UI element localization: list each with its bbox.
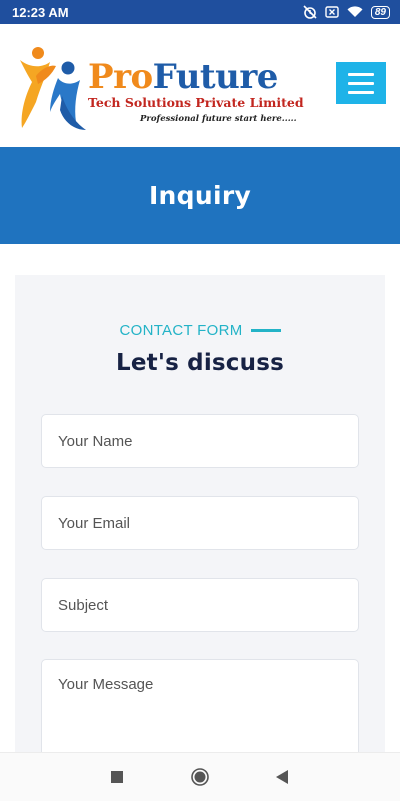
brand-pro: Pro: [88, 57, 153, 97]
alarm-off-icon: [303, 5, 317, 19]
form-heading: Let's discuss: [115, 350, 284, 376]
brand-motto: Professional future start here.....: [140, 114, 297, 124]
site-header: ProFuture Tech Solutions Private Limited…: [0, 24, 400, 147]
triangle-back-icon: [276, 770, 288, 784]
brand-future: Future: [152, 57, 279, 97]
eyebrow-label: CONTACT FORM: [119, 322, 243, 339]
hamburger-icon-line-2: [348, 81, 374, 85]
contact-form-eyebrow: CONTACT FORM: [15, 322, 385, 339]
system-nav-bar: [0, 752, 400, 801]
brand-tagline: Tech Solutions Private Limited: [88, 95, 304, 110]
brand-name: ProFuture: [88, 60, 278, 94]
contact-form-card: CONTACT FORM Let's discuss: [15, 275, 385, 775]
page-banner: Inquiry: [0, 147, 400, 244]
logo-figures-icon: [20, 47, 86, 130]
status-bar: 12:23 AM 89: [0, 0, 400, 24]
square-recents-icon: [111, 771, 123, 783]
page-title: Inquiry: [148, 181, 252, 210]
circle-home-icon: [191, 768, 209, 786]
hamburger-icon-line-1: [348, 72, 374, 76]
recents-button[interactable]: [93, 753, 141, 801]
hamburger-icon-line-3: [348, 90, 374, 94]
home-button[interactable]: [176, 753, 224, 801]
menu-button[interactable]: [336, 62, 386, 104]
wifi-icon: [347, 6, 363, 18]
name-input[interactable]: [41, 414, 359, 468]
status-time: 12:23 AM: [12, 4, 69, 20]
battery-icon: 89: [370, 5, 390, 19]
email-input[interactable]: [41, 496, 359, 550]
close-box-icon: [325, 6, 339, 18]
eyebrow-dash: [250, 329, 281, 332]
subject-input[interactable]: [41, 578, 359, 632]
back-button[interactable]: [258, 753, 306, 801]
status-icons: 89: [303, 5, 390, 19]
